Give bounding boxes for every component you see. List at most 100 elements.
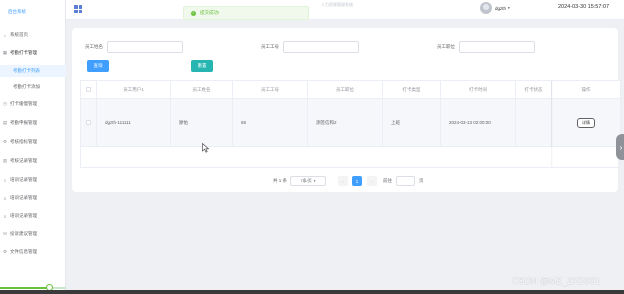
sidebar-item-kpi[interactable]: ⚙ 考核指标管理 <box>0 136 66 148</box>
table-cell: 廖佑 <box>171 99 233 146</box>
fixed-column-shadow <box>551 81 553 167</box>
sidebar-item-clock[interactable]: ◷ 打卡缓慢管理 <box>0 98 66 110</box>
employee-position-label: 员工职位 <box>437 44 455 49</box>
list-icon: ≡ <box>3 195 7 201</box>
next-page-button[interactable]: › <box>367 176 377 186</box>
check-icon: ✓ <box>191 10 196 16</box>
employee-position-input[interactable] <box>459 41 535 53</box>
bottom-bar <box>0 290 624 294</box>
goto-label: 前往 <box>383 178 392 183</box>
sidebar-item-training-2[interactable]: ≡ 培训记录管理 <box>0 192 66 204</box>
sidebar-item-label: 考勤申报管理 <box>10 120 37 125</box>
employee-id-label: 员工工号 <box>261 44 279 49</box>
column-header: 员工职位 <box>308 81 383 98</box>
collapse-arrow-icon[interactable]: › <box>616 134 624 160</box>
clock-icon: ◷ <box>3 101 7 106</box>
sidebar-item-leave[interactable]: ▤ 考勤申报管理 <box>0 117 66 129</box>
employee-id-input[interactable] <box>283 41 359 53</box>
sidebar-item-home[interactable]: ⌂ 系统首页 <box>0 29 66 41</box>
user-menu[interactable]: dgzth ▾ <box>480 2 510 14</box>
column-header: 员工用户1 <box>97 81 171 98</box>
sidebar-item-review[interactable]: ▥ 考核记录管理 <box>0 155 66 167</box>
select-all-checkbox[interactable] <box>86 87 91 92</box>
row-checkbox[interactable] <box>86 120 91 125</box>
current-datetime: 2024-03-30 15:57:07 <box>558 4 610 10</box>
select-all-cell <box>81 81 97 98</box>
chevron-down-icon: ▾ <box>313 179 316 183</box>
toast-message: 提交成功! <box>200 10 220 15</box>
grid-icon: ▦ <box>2 50 8 55</box>
column-header: 打卡状态 <box>516 81 552 98</box>
goto-page-input[interactable] <box>396 176 415 186</box>
sidebar-item-label: 考核指标管理 <box>10 139 37 144</box>
sidebar-item-training-1[interactable]: ⌕ 培训记录管理 <box>0 174 66 186</box>
avatar <box>480 2 492 14</box>
page-size-value: 7条/页 <box>300 178 312 183</box>
column-header: 操作 <box>581 86 591 92</box>
gear-icon: ⚙ <box>2 249 8 254</box>
page-size-select[interactable]: 7条/页 ▾ <box>290 176 326 186</box>
sidebar-item-training-3[interactable]: ≡ 培训记录管理 <box>0 210 66 222</box>
sidebar-item-attendance[interactable]: ▦ 考勤打卡管理 <box>0 47 66 59</box>
table-cell: 68 <box>233 99 308 146</box>
pagination-total: 共 1 条 <box>273 178 288 183</box>
progress-fill <box>0 287 50 289</box>
success-toast: ✓ 提交成功! <box>183 6 309 20</box>
table-row: dgzth-111111 廖佑 68 测签信和2 上班 2024-03-13 0… <box>81 99 620 147</box>
sidebar: 后台系统 ⌂ 系统首页 ▦ 考勤打卡管理 考勤打卡列表 考勤打卡添加 ◷ 打卡缓… <box>0 0 66 294</box>
prev-page-button[interactable]: ‹ <box>338 176 348 186</box>
table-cell: 上班 <box>383 99 441 146</box>
row-select-cell <box>81 99 97 146</box>
brand-title: 后台系统 <box>8 9 26 14</box>
sidebar-item-label: 培训记录管理 <box>10 177 37 182</box>
table-cell: 测签信和2 <box>308 99 383 146</box>
sidebar-item-feedback[interactable]: ✉ 投诉建议管理 <box>0 228 66 240</box>
page-number-current[interactable]: 1 <box>352 176 362 186</box>
progress-bar <box>0 287 66 289</box>
sidebar-item-label: 投诉建议管理 <box>10 231 37 236</box>
document-icon: ▤ <box>2 120 8 125</box>
sidebar-item-label: 系统首页 <box>10 32 28 37</box>
mouse-cursor-icon <box>202 143 210 153</box>
chevron-down-icon: ▾ <box>508 6 510 10</box>
app-window: 后台系统 ⌂ 系统首页 ▦ 考勤打卡管理 考勤打卡列表 考勤打卡添加 ◷ 打卡缓… <box>0 0 624 294</box>
gear-icon: ⚙ <box>2 139 8 144</box>
sidebar-item-label: 考勤打卡管理 <box>10 50 37 55</box>
attendance-table: 员工用户1 员工姓名 员工工号 员工职位 打卡类型 打卡时间 打卡状态 操作 d… <box>80 80 621 168</box>
detail-button[interactable]: 详情 <box>577 117 595 128</box>
message-icon: ✉ <box>3 231 7 236</box>
employee-name-label: 员工姓名 <box>85 44 103 49</box>
sidebar-item-label: 文件信息管理 <box>10 249 37 254</box>
sidebar-item-files[interactable]: ⚙ 文件信息管理 <box>0 246 66 258</box>
table-cell: dgzth-111111 <box>97 99 171 146</box>
reset-button[interactable]: 重置 <box>191 60 213 72</box>
list-icon: ≡ <box>3 213 7 219</box>
home-icon: ⌂ <box>3 32 7 38</box>
table-cell <box>516 99 552 146</box>
sidebar-item-label: 培训记录管理 <box>10 213 37 218</box>
sidebar-item-label: 考勤打卡添加 <box>13 84 40 89</box>
sidebar-item-label: 打卡缓慢管理 <box>10 101 37 106</box>
action-cell: 详情 <box>552 99 620 146</box>
username: dgzth <box>495 5 507 11</box>
employee-name-input[interactable] <box>107 41 183 53</box>
column-header: 打卡时间 <box>441 81 516 98</box>
query-button[interactable]: 查询 <box>87 60 109 72</box>
column-header: 员工姓名 <box>171 81 233 98</box>
column-header: 打卡类型 <box>383 81 441 98</box>
watermark: CSDN @MZ_ZXD001 <box>512 276 601 286</box>
sidebar-item-attendance-add[interactable]: 考勤打卡添加 <box>0 81 66 93</box>
column-header: 员工工号 <box>233 81 308 98</box>
search-icon: ⌕ <box>3 177 7 183</box>
menu-grid-icon[interactable] <box>74 5 82 13</box>
chart-icon: ▥ <box>2 158 8 163</box>
top-header: 人力资源管理系统 dgzth ▾ 2024-03-30 15:57:07 <box>66 0 624 20</box>
sidebar-item-label: 考勤打卡列表 <box>13 68 40 73</box>
page-title: 人力资源管理系统 <box>321 2 353 7</box>
sidebar-item-label: 考核记录管理 <box>10 158 37 163</box>
sidebar-item-label: 培训记录管理 <box>10 195 37 200</box>
table-header: 员工用户1 员工姓名 员工工号 员工职位 打卡类型 打卡时间 打卡状态 操作 <box>81 81 620 99</box>
sidebar-item-attendance-list[interactable]: 考勤打卡列表 <box>0 65 66 77</box>
page-suffix-label: 页 <box>419 178 424 183</box>
table-cell: 2024-03-13 02:00:00 <box>441 99 516 146</box>
